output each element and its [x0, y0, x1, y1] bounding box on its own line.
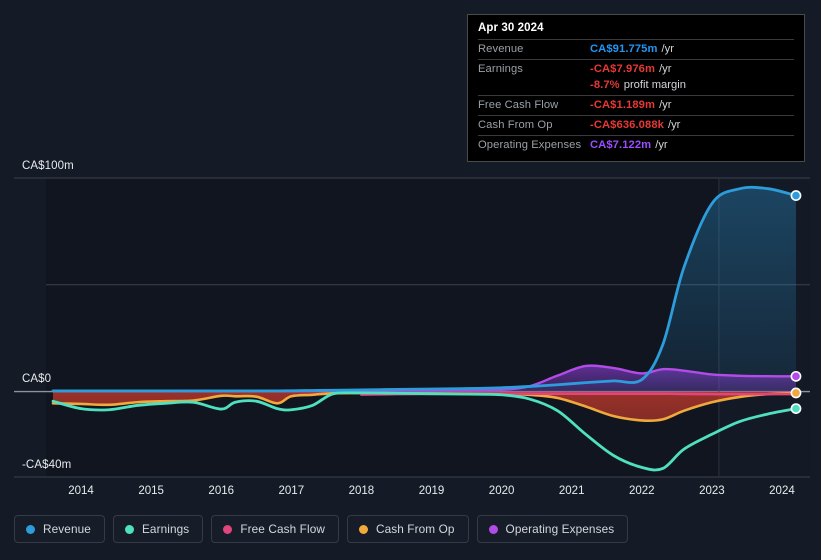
legend-color-dot-icon — [124, 524, 134, 534]
x-axis-tick-2014: 2014 — [68, 485, 94, 497]
y-axis-label-bottom: -CA$40m — [22, 459, 72, 471]
tooltip-row-suffix: /yr — [667, 119, 681, 131]
x-axis-tick-2018: 2018 — [348, 485, 375, 497]
legend-color-dot-icon — [26, 524, 35, 534]
y-axis-label-top: CA$100m — [22, 160, 74, 172]
revenue-endpoint — [790, 190, 802, 201]
tooltip-row-label: Revenue — [478, 43, 524, 55]
tooltip-row-suffix: /yr — [661, 43, 674, 55]
tooltip-row-suffix: /yr — [659, 99, 672, 111]
x-axis-tick-2023: 2023 — [699, 485, 725, 497]
legend-item-earnings[interactable]: Earnings — [112, 515, 204, 543]
x-axis-tick-2017: 2017 — [278, 485, 305, 497]
tooltip-row-label: Operating Expenses — [478, 139, 582, 151]
tooltip-row-label: Free Cash Flow — [478, 99, 559, 111]
x-axis-tick-2020: 2020 — [488, 485, 515, 497]
tooltip-row: Revenue CA$91.775m/yr — [478, 39, 794, 59]
legend-item-free-cash-flow[interactable]: Free Cash Flow — [211, 515, 339, 543]
legend-color-dot-icon — [488, 524, 498, 534]
legend-item-label: Earnings — [141, 522, 190, 536]
x-axis-tick-2016: 2016 — [208, 485, 235, 497]
legend-item-revenue[interactable]: Revenue — [14, 515, 105, 543]
tooltip-row-value: -CA$7.976m — [590, 63, 656, 75]
x-axis-tick-2015: 2015 — [138, 485, 164, 497]
tooltip-row-value: -CA$636.088k — [590, 119, 664, 131]
legend-item-operating-expenses[interactable]: Operating Expenses — [476, 515, 629, 543]
chart-tooltip: Apr 30 2024 Revenue CA$91.775m/yr Earnings… — [467, 14, 805, 162]
tooltip-rows: Revenue CA$91.775m/yr Earnings -CA$7.976m/y… — [478, 39, 794, 155]
tooltip-row: Earnings -CA$7.976m/yr — [478, 59, 794, 79]
legend-item-label: Revenue — [43, 522, 91, 536]
chart-legend[interactable]: Revenue Earnings Free Cash Flow Cash From O… — [14, 515, 629, 543]
operating-expenses-endpoint — [790, 370, 802, 382]
tooltip-row: -8.7% profit margin — [478, 79, 794, 95]
legend-color-dot-icon — [223, 524, 233, 534]
legend-item-label: Cash From Op — [375, 522, 455, 536]
tooltip-row-value: CA$7.122m — [590, 139, 652, 151]
tooltip-row: Free Cash Flow -CA$1.189m/yr — [478, 95, 794, 115]
x-axis-tick-2024: 2024 — [769, 485, 795, 497]
x-axis-tick-2022: 2022 — [628, 485, 655, 497]
tooltip-row-value: -CA$1.189m — [590, 99, 656, 111]
tooltip-row-suffix: /yr — [659, 63, 672, 75]
legend-item-cash-from-op[interactable]: Cash From Op — [346, 515, 469, 543]
tooltip-row: Cash From Op -CA$636.088k/yr — [478, 115, 794, 135]
cash-from-op-endpoint — [790, 387, 802, 399]
legend-item-label: Free Cash Flow — [240, 522, 325, 536]
earnings-endpoint — [790, 403, 802, 415]
tooltip-row-label: Earnings — [478, 63, 523, 75]
tooltip-row-suffix: profit margin — [623, 79, 686, 91]
tooltip-row-suffix: /yr — [655, 139, 668, 151]
financial-chart-page: CA$100m CA$0 -CA$40m 2014 2015 2016 2017 201… — [0, 0, 821, 560]
x-axis-tick-2021: 2021 — [558, 485, 585, 497]
tooltip-row: Operating Expenses CA$7.122m/yr — [478, 135, 794, 155]
tooltip-row-value: -8.7% — [590, 79, 620, 91]
legend-item-label: Operating Expenses — [505, 522, 615, 536]
x-axis-tick-2019: 2019 — [418, 485, 445, 497]
tooltip-row-label: Cash From Op — [478, 119, 553, 131]
tooltip-row-value: CA$91.775m — [590, 43, 658, 55]
legend-color-dot-icon — [358, 524, 368, 534]
tooltip-date: Apr 30 2024 — [478, 22, 544, 34]
y-axis-label-zero: CA$0 — [22, 373, 52, 385]
